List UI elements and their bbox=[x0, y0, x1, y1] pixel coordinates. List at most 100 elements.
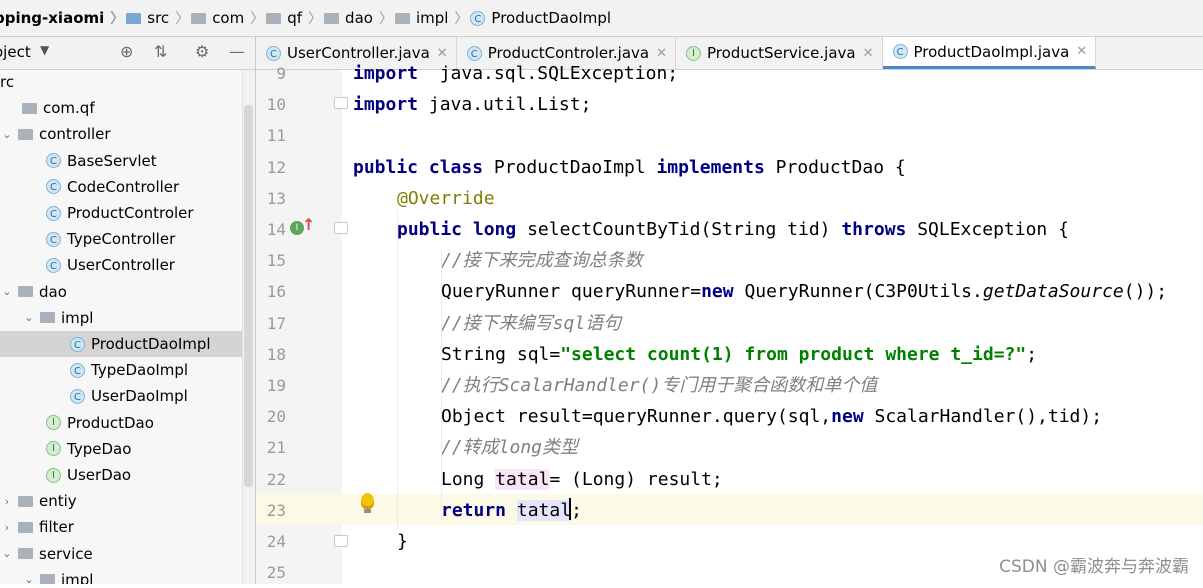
class-icon: C bbox=[46, 179, 61, 195]
chevron-right-icon[interactable]: › bbox=[0, 495, 14, 508]
editor-tab[interactable]: I ProductService.java ✕ bbox=[676, 37, 883, 69]
close-icon[interactable]: ✕ bbox=[1076, 44, 1087, 59]
lightbulb-icon[interactable] bbox=[361, 493, 374, 509]
package-icon bbox=[266, 12, 282, 24]
code-token: java.util.List; bbox=[418, 94, 592, 116]
gear-icon[interactable]: ⚙ bbox=[195, 42, 209, 61]
code-line[interactable]: QueryRunner queryRunner=new QueryRunner(… bbox=[441, 276, 1167, 307]
line-number: 11 bbox=[266, 126, 286, 146]
tree-item-label: filter bbox=[39, 518, 74, 537]
code-line[interactable]: public long selectCountByTid(String tid)… bbox=[397, 214, 1069, 245]
locate-icon[interactable]: ⊕ bbox=[120, 42, 133, 61]
fold-marker-icon[interactable] bbox=[334, 97, 348, 109]
editor-tab[interactable]: C ProductDaoImpl.java ✕ bbox=[882, 37, 1097, 69]
code-line[interactable]: //接下来编写sql语句 bbox=[441, 308, 621, 339]
breadcrumb-label: com bbox=[212, 9, 245, 27]
breadcrumb-label: ProductDaoImpl bbox=[491, 9, 612, 27]
code-token: QueryRunner(C3P0Utils. bbox=[733, 281, 983, 303]
tree-item[interactable]: C ProductDaoImpl bbox=[0, 331, 242, 357]
chevron-down-icon[interactable]: ▼ bbox=[40, 43, 49, 57]
tree-item[interactable]: C UserDaoImpl bbox=[0, 383, 242, 409]
line-number: 16 bbox=[266, 282, 286, 302]
code-token: Object result=queryRunner.query(sql, bbox=[441, 406, 832, 428]
code-line[interactable]: Long tatal= (Long) result; bbox=[441, 464, 723, 495]
code-line[interactable]: } bbox=[397, 526, 408, 557]
code-token: ProductDaoImpl bbox=[483, 156, 657, 178]
tree-item[interactable]: C TypeDaoImpl bbox=[0, 357, 242, 383]
close-icon[interactable]: ✕ bbox=[863, 46, 874, 61]
code-line[interactable]: //接下来完成查询总条数 bbox=[441, 245, 643, 276]
tree-item[interactable]: C ProductControler bbox=[0, 200, 242, 226]
tree-item[interactable]: ⌄ impl bbox=[0, 305, 242, 331]
tree-item[interactable]: rc bbox=[0, 70, 242, 95]
arrow-up-icon[interactable]: ↑ bbox=[302, 215, 315, 234]
package-icon bbox=[18, 128, 33, 140]
tree-item[interactable]: › entiy bbox=[0, 488, 242, 514]
code-token: String sql= bbox=[441, 343, 561, 365]
code-line[interactable]: import java.util.List; bbox=[353, 89, 591, 120]
interface-icon: I bbox=[46, 441, 61, 457]
tree-item[interactable]: C UserController bbox=[0, 252, 242, 278]
code-line[interactable]: @Override bbox=[397, 183, 495, 214]
fold-marker-icon[interactable] bbox=[334, 535, 348, 547]
code-token: //执行ScalarHandler()专门用于聚合函数和单个值 bbox=[441, 375, 878, 396]
tree-item-label: impl bbox=[61, 570, 94, 584]
interface-icon: I bbox=[46, 415, 61, 431]
tree-scrollbar-thumb[interactable] bbox=[244, 105, 253, 487]
package-icon bbox=[40, 312, 55, 324]
tree-item[interactable]: ⌄ service bbox=[0, 541, 242, 567]
chevron-down-icon[interactable]: ⌄ bbox=[0, 285, 14, 298]
class-icon: C bbox=[70, 336, 85, 352]
code-token: public bbox=[353, 156, 419, 178]
tree-item-label: com.qf bbox=[43, 99, 95, 118]
code-token: java.sql.SQLException; bbox=[418, 63, 679, 84]
tree-item-label: entiy bbox=[39, 492, 77, 511]
chevron-down-icon[interactable]: ⌄ bbox=[0, 128, 14, 141]
line-number: 20 bbox=[266, 407, 286, 427]
tree-item[interactable]: › filter bbox=[0, 514, 242, 540]
code-line[interactable]: import java.sql.SQLException; bbox=[353, 58, 678, 89]
tree-item[interactable]: ⌄ dao bbox=[0, 279, 242, 305]
tree-item[interactable]: I ProductDao bbox=[0, 410, 242, 436]
code-line[interactable]: //执行ScalarHandler()专门用于聚合函数和单个值 bbox=[441, 370, 877, 401]
current-line-highlight bbox=[256, 494, 1203, 525]
code-line[interactable]: Object result=queryRunner.query(sql,new … bbox=[441, 401, 1102, 432]
breadcrumb-item-src[interactable]: src 〉 bbox=[126, 8, 193, 28]
code-line[interactable]: //转成long类型 bbox=[441, 432, 578, 463]
breadcrumb-item-class[interactable]: C ProductDaoImpl bbox=[470, 9, 611, 27]
project-panel-title[interactable]: oject bbox=[0, 43, 31, 61]
tree-item[interactable]: com.qf bbox=[0, 95, 242, 121]
class-icon: C bbox=[892, 44, 908, 59]
interface-icon: I bbox=[46, 467, 61, 483]
lightbulb-base bbox=[364, 509, 371, 513]
tree-item[interactable]: C CodeController bbox=[0, 174, 242, 200]
tree-item[interactable]: C TypeController bbox=[0, 226, 242, 252]
breadcrumb-item-project[interactable]: pping-xiaomi 〉 bbox=[0, 8, 128, 28]
tree-item[interactable]: C BaseServlet bbox=[0, 148, 242, 174]
tree-item[interactable]: ⌄ impl bbox=[0, 567, 242, 584]
chevron-down-icon[interactable]: ⌄ bbox=[0, 547, 14, 560]
code-token: } bbox=[397, 531, 408, 552]
collapse-all-icon[interactable]: ⇅ bbox=[154, 42, 167, 61]
code-line[interactable]: public class ProductDaoImpl implements P… bbox=[353, 152, 906, 183]
code-line[interactable]: String sql="select count(1) from product… bbox=[441, 339, 1037, 370]
breadcrumb-item-qf[interactable]: qf 〉 bbox=[266, 8, 326, 28]
chevron-right-icon[interactable]: › bbox=[0, 521, 14, 534]
code-token: class bbox=[428, 156, 484, 178]
tree-item[interactable]: I TypeDao bbox=[0, 436, 242, 462]
chevron-down-icon[interactable]: ⌄ bbox=[22, 573, 36, 584]
code-token: "select count(1) from product where t_id… bbox=[560, 343, 1027, 365]
tree-item[interactable]: ⌄ controller bbox=[0, 121, 242, 147]
code-line[interactable]: return tatal; bbox=[441, 495, 582, 526]
class-icon: C bbox=[46, 205, 61, 221]
chevron-down-icon[interactable]: ⌄ bbox=[22, 311, 36, 324]
hide-panel-icon[interactable]: — bbox=[229, 42, 245, 61]
fold-marker-icon[interactable] bbox=[334, 222, 348, 234]
breadcrumb-item-com[interactable]: com 〉 bbox=[191, 8, 268, 28]
code-token: import bbox=[353, 63, 419, 84]
breadcrumb-item-dao[interactable]: dao 〉 bbox=[324, 8, 397, 28]
breadcrumb-item-impl[interactable]: impl 〉 bbox=[394, 8, 472, 28]
code-token: new bbox=[701, 281, 734, 303]
tree-item[interactable]: I UserDao bbox=[0, 462, 242, 488]
tree-item-label: UserController bbox=[67, 256, 175, 275]
